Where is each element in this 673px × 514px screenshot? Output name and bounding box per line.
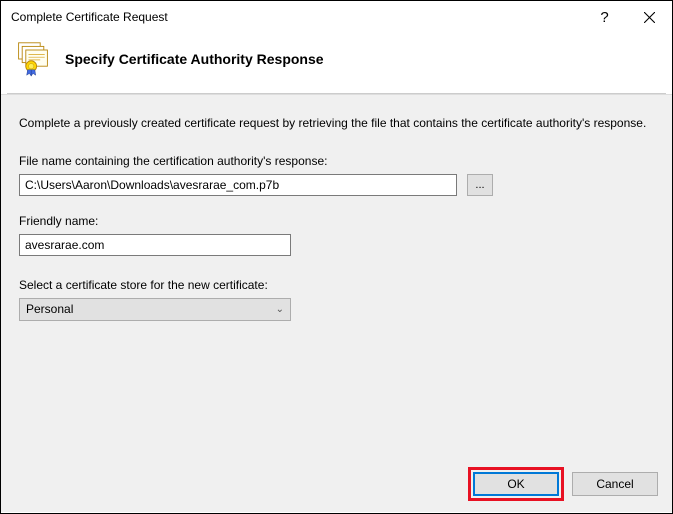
window-title: Complete Certificate Request — [11, 10, 582, 24]
friendly-name-input[interactable] — [19, 234, 291, 256]
close-button[interactable] — [627, 2, 672, 32]
browse-button[interactable]: ... — [467, 174, 493, 196]
dialog-header: Specify Certificate Authority Response — [1, 33, 672, 93]
file-name-input[interactable] — [19, 174, 457, 196]
close-icon — [644, 12, 655, 23]
titlebar: Complete Certificate Request ? — [1, 1, 672, 33]
friendly-name-label: Friendly name: — [19, 214, 654, 228]
cert-store-value: Personal — [26, 302, 73, 316]
ok-highlight: OK — [468, 467, 564, 501]
dialog-footer: OK Cancel — [1, 456, 672, 512]
dialog-content: Complete a previously created certificat… — [1, 94, 672, 456]
dialog-heading: Specify Certificate Authority Response — [65, 51, 324, 67]
chevron-down-icon: ⌄ — [276, 304, 284, 315]
ok-button[interactable]: OK — [473, 472, 559, 496]
intro-text: Complete a previously created certificat… — [19, 115, 654, 132]
certificate-icon — [15, 41, 51, 77]
cert-store-select[interactable]: Personal ⌄ — [19, 298, 291, 321]
cert-store-label: Select a certificate store for the new c… — [19, 278, 654, 292]
file-name-label: File name containing the certification a… — [19, 154, 654, 168]
cancel-button[interactable]: Cancel — [572, 472, 658, 496]
help-button[interactable]: ? — [582, 2, 627, 32]
